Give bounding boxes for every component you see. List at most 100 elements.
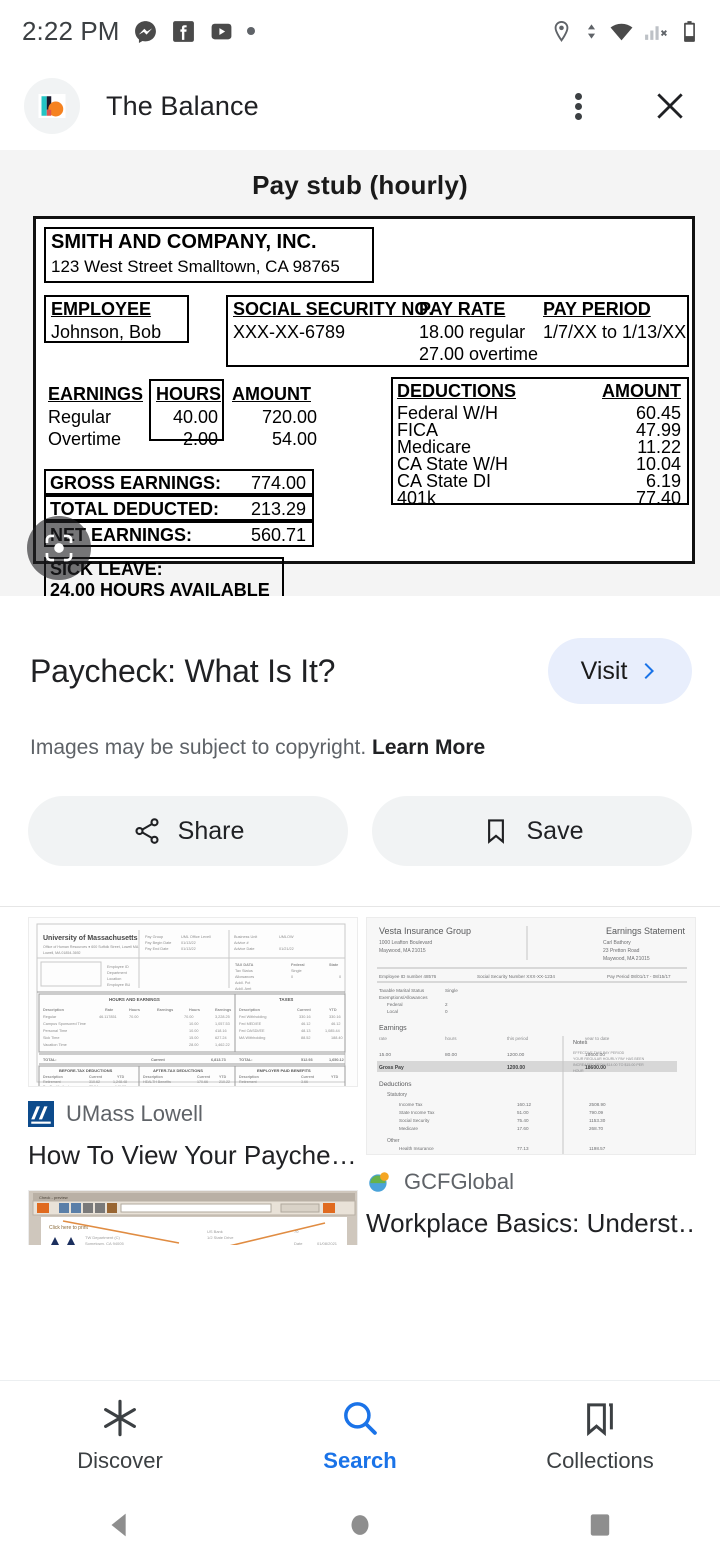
svg-text:Earnings: Earnings (215, 1008, 231, 1012)
svg-text:TW Department (C): TW Department (C) (85, 1235, 121, 1240)
svg-text:51.00: 51.00 (517, 1110, 529, 1115)
svg-text:Current: Current (301, 1075, 315, 1079)
svg-text:Fed OASDI/EE: Fed OASDI/EE (239, 1029, 265, 1033)
svg-text:US Bank: US Bank (207, 1229, 223, 1234)
svg-text:this period: this period (507, 1036, 529, 1041)
share-button[interactable]: Share (28, 796, 348, 866)
hero-image[interactable]: Pay stub (hourly) SMITH AND COMPANY, INC… (0, 150, 720, 596)
svg-text:hours: hours (445, 1036, 457, 1041)
related-image-thumbnail[interactable]: Check - preview Click here to print TW D… (28, 1189, 358, 1246)
app-header: The Balance (0, 62, 720, 150)
related-image-title[interactable]: How To View Your Payche… (28, 1139, 358, 1172)
svg-text:01/13/22: 01/13/22 (181, 947, 196, 951)
svg-text:UML Office Levell: UML Office Levell (181, 935, 211, 939)
system-home-button[interactable] (240, 1508, 480, 1542)
deduction-name: 401k (397, 488, 437, 508)
status-bar-left: 2:22 PM (22, 16, 255, 47)
thumbnail-meta-1: Social Security Number XXX-XX-1234 (477, 974, 555, 979)
visit-label: Visit (580, 656, 628, 685)
svg-text:AFTER-TAX DEDUCTIONS: AFTER-TAX DEDUCTIONS (153, 1068, 203, 1073)
copyright-text: Images may be subject to copyright. (30, 736, 367, 759)
thumbnail-gross-label: Gross Pay (379, 1065, 404, 1071)
nav-item-discover[interactable]: Discover (0, 1397, 240, 1474)
avatar (24, 78, 80, 134)
svg-text:1,462.22: 1,462.22 (215, 1043, 230, 1047)
svg-text:15.00: 15.00 (379, 1052, 391, 1058)
total-deducted-label: TOTAL DEDUCTED: (50, 499, 219, 519)
svg-text:Location: Location (107, 977, 121, 981)
close-icon (657, 93, 683, 119)
svg-text:70.00: 70.00 (129, 1015, 139, 1019)
overflow-menu-button[interactable] (554, 82, 602, 130)
svg-text:Lowell, MA 01854-3692: Lowell, MA 01854-3692 (43, 951, 81, 955)
svg-text:188.40: 188.40 (331, 1036, 343, 1040)
svg-text:Business Unit: Business Unit (234, 935, 258, 939)
hours-header: HOURS (156, 384, 222, 404)
related-image-source-row: GCFGlobal (366, 1169, 696, 1195)
svg-text:418.16: 418.16 (215, 1029, 227, 1033)
svg-text:YTD: YTD (117, 1075, 125, 1079)
svg-text:46.12: 46.12 (301, 1022, 311, 1026)
close-button[interactable] (646, 82, 694, 130)
svg-text:0: 0 (291, 975, 293, 979)
svg-text:TAXES: TAXES (279, 997, 293, 1002)
svg-text:Description: Description (43, 1008, 65, 1012)
thumbnail-earnings-label: Earnings (379, 1025, 407, 1032)
svg-text:Health Insurance: Health Insurance (399, 1146, 434, 1151)
thumbnail-link-text: Click here to print (49, 1225, 89, 1231)
thumbnail-deductions-label: Deductions (379, 1081, 412, 1088)
system-recents-button[interactable] (480, 1508, 720, 1542)
svg-text:Local: Local (387, 1009, 398, 1014)
paystub-caption: Pay stub (hourly) (252, 170, 468, 200)
nav-label-discover: Discover (77, 1448, 163, 1473)
nav-label-collections: Collections (546, 1448, 654, 1473)
svg-text:Federal: Federal (387, 1002, 403, 1007)
status-bar-clock: 2:22 PM (22, 15, 120, 46)
svg-text:1,248.48: 1,248.48 (113, 1080, 127, 1084)
svg-text:Addl. Amt: Addl. Amt (235, 987, 252, 991)
related-image-title[interactable]: Workplace Basics: Underst… (366, 1207, 696, 1240)
pay-period-label: PAY PERIOD (543, 299, 651, 319)
svg-text:627.24: 627.24 (215, 1036, 227, 1040)
svg-text:48.13: 48.13 (301, 1029, 311, 1033)
recents-square-icon (590, 1514, 610, 1536)
svg-text:Single: Single (291, 969, 302, 973)
svg-text:Federal: Federal (291, 963, 305, 967)
nav-item-collections[interactable]: Collections (480, 1397, 720, 1474)
app-title: The Balance (106, 90, 259, 121)
visit-button[interactable]: Visit (548, 638, 692, 704)
nav-item-search[interactable]: Search (240, 1397, 480, 1474)
related-image-thumbnail[interactable]: University of Massachusetts Office of Hu… (28, 917, 358, 1087)
svg-text:01/21/22: 01/21/22 (279, 947, 294, 951)
youtube-icon (211, 23, 231, 39)
svg-text:TOTAL:: TOTAL: (239, 1058, 253, 1062)
save-button[interactable]: Save (372, 796, 692, 866)
system-back-button[interactable] (0, 1508, 240, 1542)
check-printing-illustration: Check - preview Click here to print TW D… (29, 1190, 357, 1246)
svg-text:73.04: 73.04 (89, 1085, 98, 1087)
svg-text:Campus Sponsored Time: Campus Sponsored Time (43, 1022, 86, 1026)
svg-text:Sometown, CA 94005: Sometown, CA 94005 (85, 1241, 124, 1246)
gross-earnings-label: GROSS EARNINGS: (50, 473, 222, 493)
earnings-row-amount: 54.00 (271, 429, 317, 449)
svg-text:80.00: 80.00 (445, 1052, 457, 1058)
svg-text:512.93: 512.93 (301, 1058, 313, 1062)
svg-text:Description: Description (239, 1075, 259, 1079)
pay-period-value: 1/7/XX to 1/13/XX (543, 322, 687, 342)
earnings-row-hours: 2.00 (182, 429, 218, 449)
svg-text:Pay End Date: Pay End Date (145, 947, 168, 951)
employee-value: Johnson, Bob (51, 322, 162, 342)
svg-text:Fed Withholding: Fed Withholding (239, 1015, 266, 1019)
svg-text:Retirement: Retirement (239, 1080, 257, 1084)
svg-text:01/13/22: 01/13/22 (181, 941, 196, 945)
svg-text:YOUR REGULAR HOURLY PAY HAS BE: YOUR REGULAR HOURLY PAY HAS BEEN (573, 1057, 645, 1061)
svg-text:Single: Single (445, 988, 458, 993)
related-image-thumbnail[interactable]: Vesta Insurance Group 1000 Leafton Boule… (366, 917, 696, 1155)
svg-text:EMPLOYER PAID BENEFITS: EMPLOYER PAID BENEFITS (257, 1068, 311, 1073)
svg-text:6,813.73: 6,813.73 (211, 1058, 226, 1062)
google-lens-button[interactable] (27, 516, 91, 580)
save-label: Save (526, 816, 584, 845)
company-name: SMITH AND COMPANY, INC. (51, 231, 317, 253)
grid-column-right: Vesta Insurance Group 1000 Leafton Boule… (366, 917, 696, 1245)
learn-more-link[interactable]: Learn More (372, 736, 485, 759)
